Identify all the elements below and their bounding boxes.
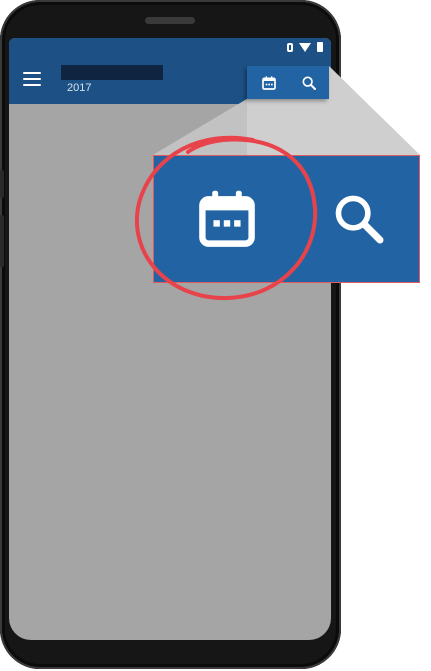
- calendar-button[interactable]: [249, 66, 289, 99]
- zoomed-actions-callout: [153, 155, 420, 283]
- search-button[interactable]: [289, 66, 329, 99]
- search-button-zoomed[interactable]: [314, 156, 404, 281]
- battery-icon: [317, 42, 323, 52]
- app-bar-subtitle: 2017: [67, 82, 92, 94]
- calendar-icon: [262, 75, 276, 90]
- phone-speaker: [145, 17, 195, 24]
- search-icon: [302, 76, 316, 90]
- hamburger-menu-icon[interactable]: [23, 72, 41, 86]
- phone-side-button: [0, 215, 4, 267]
- phone-side-button: [0, 170, 4, 198]
- wifi-icon: [299, 42, 311, 52]
- calendar-icon: [198, 190, 255, 247]
- vibrate-icon: [287, 42, 293, 52]
- redacted-title: [61, 65, 163, 80]
- search-icon: [335, 195, 384, 243]
- phone-screen: 2017: [9, 38, 331, 640]
- calendar-button-zoomed[interactable]: [154, 156, 299, 281]
- status-bar: [9, 38, 331, 58]
- app-bar-actions: [247, 66, 329, 99]
- phone-frame: 2017: [0, 0, 341, 669]
